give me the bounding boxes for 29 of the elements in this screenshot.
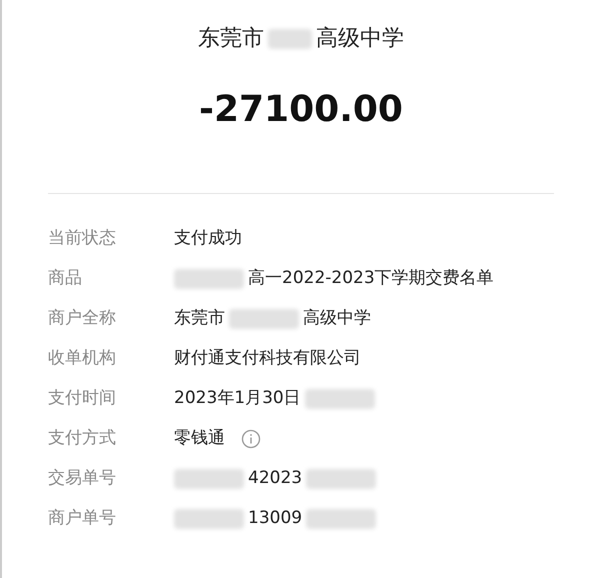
detail-value: 2023年1月30日	[174, 387, 301, 410]
redacted-blur	[304, 389, 375, 409]
detail-label: 交易单号	[48, 467, 117, 490]
info-icon[interactable]	[241, 429, 261, 449]
detail-label: 当前状态	[48, 227, 117, 250]
redacted-blur	[174, 469, 244, 489]
redacted-blur	[306, 509, 376, 529]
detail-value: 高级中学	[303, 307, 371, 330]
redacted-blur	[174, 269, 244, 289]
payment-amount: -27100.00	[199, 88, 403, 132]
detail-label: 收单机构	[48, 347, 117, 370]
detail-value: 高一2022-2023下学期交费名单	[248, 267, 494, 290]
detail-value: 零钱通	[174, 427, 225, 450]
payee-name: 东莞市	[198, 25, 264, 53]
payee-name: 高级中学	[316, 25, 404, 53]
detail-label: 支付方式	[48, 427, 117, 450]
detail-label: 支付时间	[48, 387, 117, 410]
redacted-blur	[306, 469, 376, 489]
redacted-blur	[174, 509, 244, 529]
detail-label: 商户单号	[48, 507, 117, 530]
redacted-blur	[268, 28, 312, 48]
detail-value: 13009	[248, 507, 302, 530]
detail-value: 财付通支付科技有限公司	[174, 347, 361, 370]
redacted-blur	[229, 309, 299, 329]
detail-label: 商户全称	[48, 307, 117, 330]
detail-value: 东莞市	[174, 307, 225, 330]
detail-value: 42023	[248, 467, 302, 490]
detail-value: 支付成功	[174, 227, 242, 250]
detail-label: 商品	[48, 267, 83, 290]
